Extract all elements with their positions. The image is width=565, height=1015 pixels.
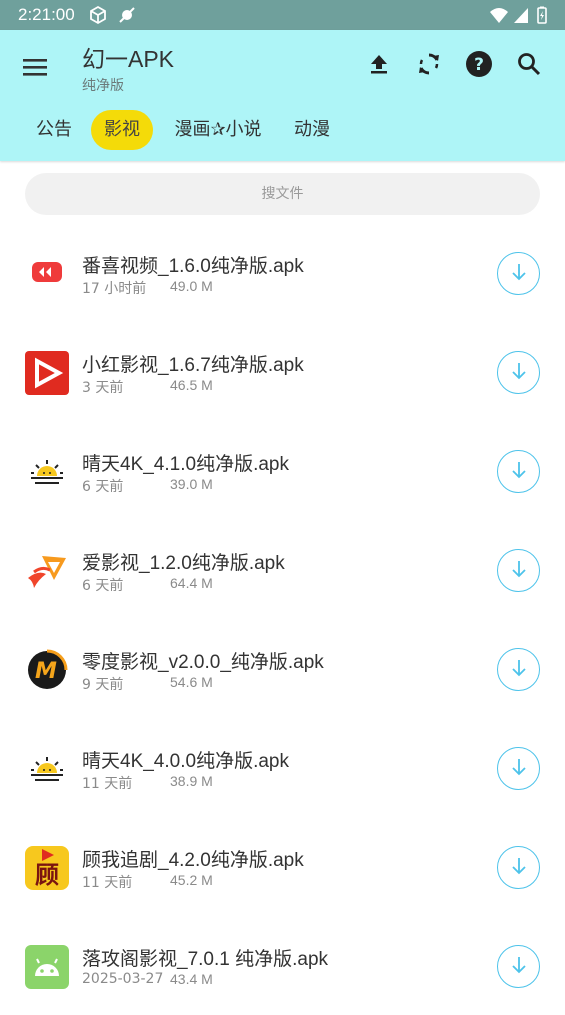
file-name: 晴天4K_4.0.0纯净版.apk bbox=[82, 751, 289, 772]
notification-off-icon bbox=[117, 5, 137, 25]
file-name: 番喜视频_1.6.0纯净版.apk bbox=[82, 256, 304, 277]
xiaohong-app-icon bbox=[24, 350, 70, 396]
file-time: 6 天前 bbox=[82, 578, 124, 594]
download-button[interactable] bbox=[497, 549, 540, 592]
file-size: 54.6 M bbox=[170, 674, 213, 690]
file-time: 17 小时前 bbox=[82, 281, 147, 297]
file-time: 11 天前 bbox=[82, 776, 133, 792]
arrow-down-icon bbox=[508, 459, 530, 485]
list-item[interactable]: 顾 顾我追剧_4.2.0纯净版.apk 11 天前 45.2 M bbox=[0, 817, 565, 916]
tab-announcement[interactable]: 公告 bbox=[30, 110, 78, 150]
status-time: 2:21:00 bbox=[18, 5, 75, 24]
battery-icon bbox=[532, 5, 552, 25]
file-size: 49.0 M bbox=[170, 278, 213, 294]
upload-icon bbox=[367, 52, 391, 80]
android-app-icon bbox=[24, 944, 70, 990]
category-tabs: 公告 影视 漫画✰小说 动漫 bbox=[0, 110, 565, 152]
app-bar: 幻一APK 纯净版 ? 公告 影视 漫画✰小说 动漫 bbox=[0, 30, 565, 161]
fanxi-app-icon bbox=[24, 249, 70, 295]
file-name: 零度影视_v2.0.0_纯净版.apk bbox=[82, 652, 324, 673]
file-name: 爱影视_1.2.0纯净版.apk bbox=[82, 553, 285, 574]
cell-signal-icon bbox=[511, 5, 531, 25]
upload-button[interactable] bbox=[361, 48, 397, 84]
tab-comics-novels[interactable]: 漫画✰小说 bbox=[166, 110, 270, 150]
download-button[interactable] bbox=[497, 648, 540, 691]
arrow-down-icon bbox=[508, 657, 530, 683]
file-size: 38.9 M bbox=[170, 773, 213, 789]
search-icon bbox=[516, 51, 542, 81]
file-size: 64.4 M bbox=[170, 575, 213, 591]
status-bar: 2:21:00 bbox=[0, 0, 565, 30]
app-title: 幻一APK bbox=[82, 46, 175, 72]
refresh-icon bbox=[416, 51, 442, 81]
tab-anime[interactable]: 动漫 bbox=[287, 110, 337, 150]
guwo-logo-text: 顾 bbox=[35, 861, 59, 889]
file-time: 6 天前 bbox=[82, 479, 124, 495]
file-time: 9 天前 bbox=[82, 677, 124, 693]
arrow-down-icon bbox=[508, 261, 530, 287]
file-size: 39.0 M bbox=[170, 476, 213, 492]
tab-video[interactable]: 影视 bbox=[91, 110, 153, 150]
help-button[interactable]: ? bbox=[461, 48, 497, 84]
list-item[interactable]: 小红影视_1.6.7纯净版.apk 3 天前 46.5 M bbox=[0, 322, 565, 421]
file-name: 晴天4K_4.1.0纯净版.apk bbox=[82, 454, 289, 475]
refresh-button[interactable] bbox=[411, 48, 447, 84]
arrow-down-icon bbox=[508, 360, 530, 386]
download-button[interactable] bbox=[497, 945, 540, 988]
download-button[interactable] bbox=[497, 747, 540, 790]
search-button[interactable] bbox=[511, 48, 547, 84]
download-button[interactable] bbox=[497, 846, 540, 889]
sunrise-app-icon bbox=[24, 746, 70, 792]
file-size: 45.2 M bbox=[170, 872, 213, 888]
file-size: 46.5 M bbox=[170, 377, 213, 393]
app-subtitle: 纯净版 bbox=[82, 78, 124, 94]
file-time: 11 天前 bbox=[82, 875, 133, 891]
guwo-app-icon: 顾 bbox=[24, 845, 70, 891]
list-item[interactable]: 晴天4K_4.0.0纯净版.apk 11 天前 38.9 M bbox=[0, 718, 565, 817]
download-button[interactable] bbox=[497, 252, 540, 295]
list-item[interactable]: 晴天4K_4.1.0纯净版.apk 6 天前 39.0 M bbox=[0, 421, 565, 520]
file-name: 小红影视_1.6.7纯净版.apk bbox=[82, 355, 304, 376]
file-name: 顾我追剧_4.2.0纯净版.apk bbox=[82, 850, 304, 871]
arrow-down-icon bbox=[508, 558, 530, 584]
file-name: 落攻阁影视_7.0.1 纯净版.apk bbox=[82, 949, 329, 970]
file-time: 3 天前 bbox=[82, 380, 124, 396]
file-time: 2025-03-27 bbox=[82, 971, 164, 987]
arrow-down-icon bbox=[508, 756, 530, 782]
menu-icon bbox=[18, 59, 52, 88]
file-size: 43.4 M bbox=[170, 971, 213, 987]
svg-text:?: ? bbox=[474, 55, 484, 75]
menu-button[interactable] bbox=[18, 50, 52, 84]
download-button[interactable] bbox=[497, 450, 540, 493]
lingdu-logo-text: M bbox=[35, 659, 57, 684]
aiyingshi-app-icon bbox=[24, 548, 70, 594]
download-button[interactable] bbox=[497, 351, 540, 394]
search-input[interactable]: 搜文件 bbox=[25, 173, 540, 215]
list-item[interactable]: M 零度影视_v2.0.0_纯净版.apk 9 天前 54.6 M bbox=[0, 619, 565, 718]
sunrise-app-icon bbox=[24, 449, 70, 495]
cube-icon bbox=[88, 5, 108, 25]
list-item[interactable]: 番喜视频_1.6.0纯净版.apk 17 小时前 49.0 M bbox=[0, 223, 565, 322]
list-item[interactable]: 爱影视_1.2.0纯净版.apk 6 天前 64.4 M bbox=[0, 520, 565, 619]
list-item[interactable]: 落攻阁影视_7.0.1 纯净版.apk 2025-03-27 43.4 M bbox=[0, 916, 565, 1015]
help-icon: ? bbox=[465, 50, 493, 82]
wifi-icon bbox=[489, 5, 509, 25]
arrow-down-icon bbox=[508, 954, 530, 980]
lingdu-app-icon: M bbox=[24, 647, 70, 693]
arrow-down-icon bbox=[508, 855, 530, 881]
